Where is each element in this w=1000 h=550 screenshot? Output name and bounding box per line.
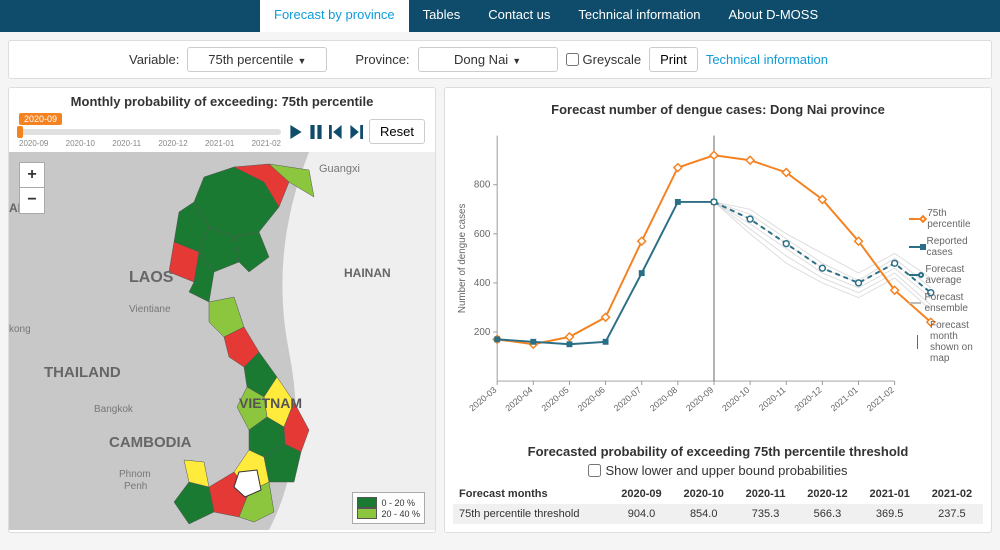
- map-legend: 0 - 20 % 20 - 40 %: [352, 492, 425, 524]
- table-col: 2021-02: [921, 484, 983, 504]
- table-col: 2021-01: [859, 484, 921, 504]
- nav-tab-about[interactable]: About D-MOSS: [715, 0, 833, 32]
- table-title: Forecasted probability of exceeding 75th…: [453, 444, 983, 459]
- svg-text:HAINAN: HAINAN: [344, 266, 391, 280]
- chart-title: Forecast number of dengue cases: Dong Na…: [453, 96, 983, 123]
- play-icon[interactable]: [289, 125, 303, 139]
- svg-text:CAMBODIA: CAMBODIA: [109, 434, 192, 451]
- svg-text:2021-02: 2021-02: [865, 385, 896, 414]
- svg-text:2020-11: 2020-11: [757, 385, 788, 413]
- slider-thumb[interactable]: [17, 126, 23, 138]
- caret-down-icon: ▼: [298, 56, 307, 66]
- svg-text:Penh: Penh: [124, 481, 147, 492]
- svg-text:2021-01: 2021-01: [829, 385, 860, 414]
- svg-text:600: 600: [474, 229, 491, 240]
- greyscale-label: Greyscale: [583, 52, 642, 67]
- svg-text:2020-08: 2020-08: [648, 385, 679, 414]
- table-col: 2020-10: [673, 484, 735, 504]
- print-button[interactable]: Print: [649, 47, 698, 72]
- svg-text:Bangkok: Bangkok: [94, 404, 134, 415]
- svg-text:Number of dengue cases: Number of dengue cases: [457, 204, 468, 314]
- svg-text:2020-06: 2020-06: [576, 385, 607, 414]
- map-panel: Monthly probability of exceeding: 75th p…: [8, 87, 436, 533]
- svg-text:200: 200: [474, 327, 491, 338]
- svg-text:Vientiane: Vientiane: [129, 304, 171, 315]
- svg-text:2020-09: 2020-09: [684, 385, 715, 414]
- province-label: Province:: [355, 52, 409, 67]
- svg-text:VIETNAM: VIETNAM: [239, 395, 302, 411]
- table-col: 2020-09: [610, 484, 672, 504]
- variable-label: Variable:: [129, 52, 179, 67]
- svg-text:THAILAND: THAILAND: [44, 364, 121, 381]
- svg-text:2020-05: 2020-05: [539, 385, 570, 414]
- zoom-in-button[interactable]: +: [19, 162, 45, 188]
- time-slider[interactable]: 2020-09 2020-09 2020-10 2020-11 2020-12 …: [9, 115, 435, 152]
- table-row: 75th percentile threshold 904.0 854.0 73…: [453, 504, 983, 524]
- slider-ticks: 2020-09 2020-10 2020-11 2020-12 2021-01 …: [19, 139, 281, 148]
- nav-tab-contact[interactable]: Contact us: [474, 0, 564, 32]
- svg-text:2020-07: 2020-07: [612, 385, 643, 414]
- svg-text:800: 800: [474, 180, 491, 191]
- svg-text:2020-12: 2020-12: [792, 385, 823, 414]
- show-bounds-input[interactable]: [588, 464, 601, 477]
- chart-panel: Forecast number of dengue cases: Dong Na…: [444, 87, 992, 533]
- table-col: 2020-12: [796, 484, 858, 504]
- nav-tab-forecast[interactable]: Forecast by province: [260, 0, 409, 32]
- map-title: Monthly probability of exceeding: 75th p…: [9, 88, 435, 115]
- top-nav: Forecast by province Tables Contact us T…: [0, 0, 1000, 32]
- forecast-table: Forecast months 2020-09 2020-10 2020-11 …: [453, 484, 983, 524]
- nav-tab-tables[interactable]: Tables: [409, 0, 475, 32]
- svg-text:Guangxi: Guangxi: [319, 163, 360, 175]
- svg-text:kong: kong: [9, 324, 31, 335]
- map[interactable]: + −: [9, 152, 435, 530]
- show-bounds-label: Show lower and upper bound probabilities: [605, 463, 847, 478]
- step-forward-icon[interactable]: [349, 125, 363, 139]
- variable-value: 75th percentile: [208, 52, 293, 67]
- reset-button[interactable]: Reset: [369, 119, 425, 144]
- svg-text:Phnom: Phnom: [119, 469, 151, 480]
- zoom-out-button[interactable]: −: [19, 188, 45, 214]
- variable-dropdown[interactable]: 75th percentile ▼: [187, 47, 327, 72]
- province-dropdown[interactable]: Dong Nai ▼: [418, 47, 558, 72]
- nav-tab-techinfo[interactable]: Technical information: [564, 0, 714, 32]
- table-col: 2020-11: [735, 484, 797, 504]
- show-bounds-checkbox[interactable]: Show lower and upper bound probabilities: [588, 463, 847, 478]
- step-back-icon[interactable]: [329, 125, 343, 139]
- table-header-label: Forecast months: [453, 484, 610, 504]
- svg-text:2020-10: 2020-10: [720, 385, 751, 414]
- slider-value-badge: 2020-09: [19, 113, 62, 125]
- chart-legend: 75th percentile Reported cases Forecast …: [909, 208, 979, 370]
- caret-down-icon: ▼: [512, 56, 521, 66]
- line-chart: 200 400 600 800 Number of dengue cases 2020-0…: [453, 123, 983, 433]
- map-svg: Guangxi LAOS HAINAN Vientiane THAILAND B…: [9, 152, 435, 530]
- province-value: Dong Nai: [454, 52, 508, 67]
- svg-text:400: 400: [474, 278, 491, 289]
- slider-track[interactable]: [19, 129, 281, 135]
- zoom-control: + −: [19, 162, 45, 214]
- pause-icon[interactable]: [309, 125, 323, 139]
- svg-text:LAOS: LAOS: [129, 269, 174, 286]
- svg-text:2020-04: 2020-04: [503, 385, 534, 414]
- greyscale-input[interactable]: [566, 53, 579, 66]
- technical-info-link[interactable]: Technical information: [706, 52, 828, 67]
- svg-text:2020-03: 2020-03: [467, 385, 498, 414]
- greyscale-checkbox[interactable]: Greyscale: [566, 52, 642, 67]
- control-bar: Variable: 75th percentile ▼ Province: Don…: [8, 40, 992, 79]
